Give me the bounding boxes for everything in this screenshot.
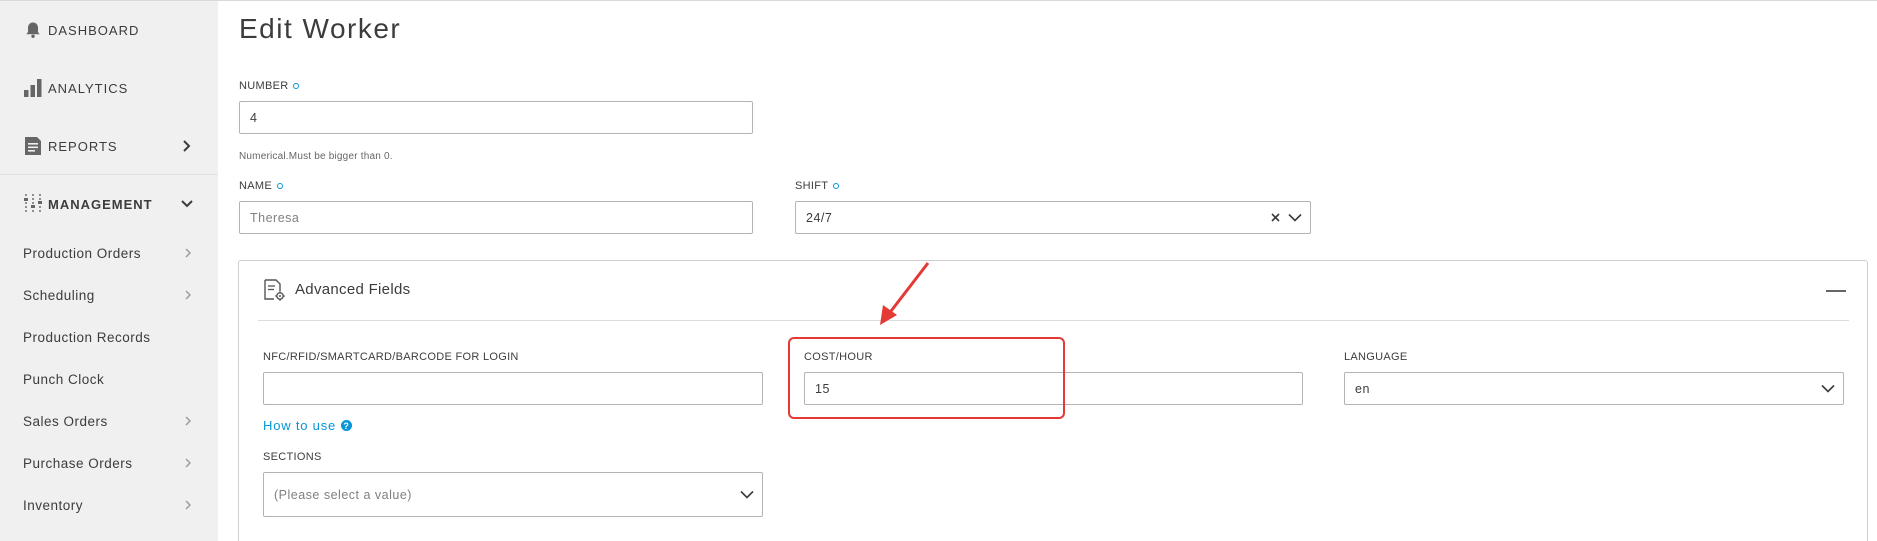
sidebar-item-label: Production Orders <box>23 245 142 261</box>
sidebar-item-punch-clock[interactable]: Punch Clock <box>23 359 193 399</box>
sections-select-controls <box>740 473 754 516</box>
chevron-down-icon[interactable] <box>740 488 754 502</box>
sidebar-item-production-records[interactable]: Production Records <box>23 317 193 357</box>
sidebar-item-label: Production Records <box>23 329 151 345</box>
number-input[interactable]: 4 <box>239 101 753 134</box>
nav-dashboard-label: DASHBOARD <box>48 22 140 38</box>
language-select[interactable]: en <box>1344 372 1844 405</box>
sidebar-item-label: Inventory <box>23 497 84 513</box>
nav-dashboard[interactable]: DASHBOARD <box>0 1 218 59</box>
nav-management-label: MANAGEMENT <box>48 196 153 212</box>
shift-select-value: 24/7 <box>806 210 833 225</box>
required-dot-icon <box>293 83 300 89</box>
chevron-right-icon <box>183 500 193 510</box>
sections-label-text: SECTIONS <box>263 451 322 463</box>
chevron-right-icon <box>183 458 193 468</box>
sidebar-item-label: Sales Orders <box>23 413 108 429</box>
sidebar-item-purchase-orders[interactable]: Purchase Orders <box>23 443 193 483</box>
shift-label: SHIFT <box>795 180 840 192</box>
nfc-label-text: NFC/RFID/SMARTCARD/BARCODE FOR LOGIN <box>263 351 519 363</box>
clear-icon[interactable] <box>1271 211 1280 225</box>
chevron-down-icon[interactable] <box>1821 382 1835 396</box>
shift-select-controls <box>1271 202 1302 233</box>
chevron-right-icon <box>183 248 193 258</box>
name-input[interactable]: Theresa <box>239 201 753 234</box>
required-dot-icon <box>833 183 840 189</box>
sidebar-item-production-orders[interactable]: Production Orders <box>23 233 193 273</box>
question-icon: ? <box>341 420 353 431</box>
chevron-down-icon[interactable] <box>1288 211 1302 225</box>
bar-chart-icon <box>22 77 44 99</box>
sidebar-item-label: Punch Clock <box>23 371 105 387</box>
annotation-highlight-box <box>788 337 1065 419</box>
nav-reports-label: REPORTS <box>48 138 118 154</box>
sections-select[interactable]: (Please select a value) <box>263 472 763 517</box>
number-hint: Numerical.Must be bigger than 0. <box>239 151 393 162</box>
sidebar-item-scheduling[interactable]: Scheduling <box>23 275 193 315</box>
how-to-use-link[interactable]: How to use? <box>263 418 353 433</box>
document-settings-icon <box>262 278 286 302</box>
chevron-right-icon <box>183 290 193 300</box>
annotation-arrow-icon <box>880 262 930 325</box>
sidebar-item-label: Purchase Orders <box>23 455 133 471</box>
chevron-right-icon <box>183 416 193 426</box>
sidebar: DASHBOARD ANALYTICS REPORTS MANAGEMENT P… <box>0 1 218 541</box>
name-label-text: NAME <box>239 180 272 192</box>
nav-management[interactable]: MANAGEMENT <box>0 175 218 233</box>
number-label: NUMBER <box>239 80 300 92</box>
report-icon <box>22 135 44 157</box>
sidebar-item-label: Scheduling <box>23 287 95 303</box>
nfc-login-input[interactable] <box>263 372 763 405</box>
language-label: LANGUAGE <box>1344 351 1408 363</box>
sidebar-item-inventory[interactable]: Inventory <box>23 485 193 525</box>
number-label-text: NUMBER <box>239 80 289 92</box>
sidebar-item-sales-orders[interactable]: Sales Orders <box>23 401 193 441</box>
sections-placeholder: (Please select a value) <box>274 487 412 502</box>
chevron-right-icon <box>180 139 194 153</box>
nav-analytics-label: ANALYTICS <box>48 80 129 96</box>
page-title: Edit Worker <box>239 13 402 44</box>
nav-reports[interactable]: REPORTS <box>0 117 218 175</box>
shift-label-text: SHIFT <box>795 180 829 192</box>
nav-analytics[interactable]: ANALYTICS <box>0 59 218 117</box>
shift-select[interactable]: 24/7 <box>795 201 1311 234</box>
panel-divider <box>258 320 1849 321</box>
language-label-text: LANGUAGE <box>1344 351 1408 363</box>
bell-icon <box>22 19 44 41</box>
nfc-label: NFC/RFID/SMARTCARD/BARCODE FOR LOGIN <box>263 351 519 363</box>
sliders-icon <box>22 193 44 215</box>
app-window: DASHBOARD ANALYTICS REPORTS MANAGEMENT P… <box>0 0 1877 541</box>
name-label: NAME <box>239 180 283 192</box>
sections-label: SECTIONS <box>263 451 322 463</box>
chevron-down-icon <box>180 197 194 211</box>
required-dot-icon <box>276 183 283 189</box>
collapse-icon[interactable] <box>1826 290 1846 292</box>
language-select-value: en <box>1355 381 1370 396</box>
language-select-controls <box>1821 373 1835 404</box>
advanced-fields-title[interactable]: Advanced Fields <box>295 281 410 298</box>
how-to-use-text: How to use <box>263 418 337 433</box>
